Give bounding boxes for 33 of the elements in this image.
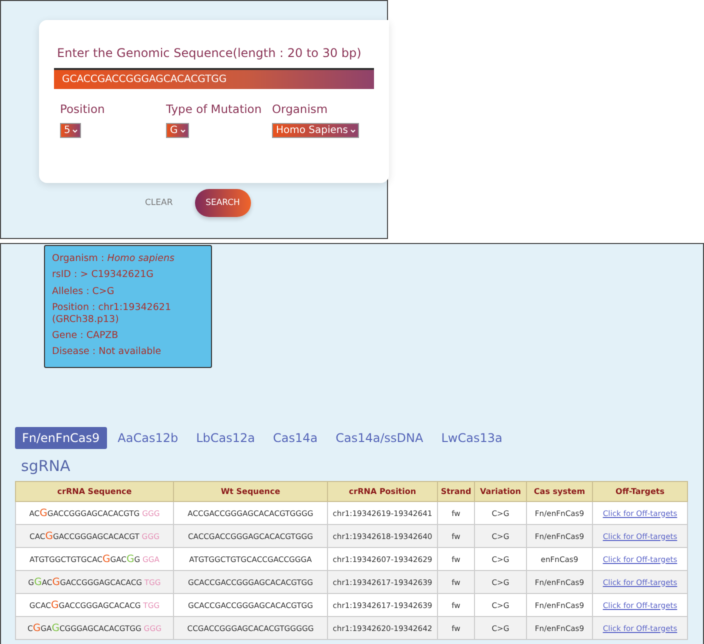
column-header: crRNA Position <box>328 482 438 502</box>
info-line: Disease : Not available <box>52 346 162 358</box>
tab[interactable]: Fn/enFnCas9 <box>15 427 107 449</box>
tab[interactable]: LwCas13a <box>434 427 510 449</box>
sequence-label: Enter the Genomic Sequence(length : 20 to 30 bp) <box>57 46 362 60</box>
dropdown[interactable]: 5 <box>60 123 82 138</box>
dropdown[interactable]: Homo Sapiens <box>272 123 359 138</box>
tab[interactable]: AaCas12b <box>110 427 186 449</box>
chevron-icon <box>180 128 186 132</box>
search-button[interactable]: SEARCH <box>194 189 251 217</box>
column-header: crRNA Sequence <box>16 482 174 502</box>
field-label: Position <box>60 102 106 116</box>
column-header: Strand <box>438 482 474 502</box>
column-header: Wt Sequence <box>174 482 328 502</box>
column-header: Off-Targets <box>592 482 688 502</box>
info-line: Position : chr1:19342621 (GRCh38.p13) <box>52 302 172 325</box>
tab[interactable]: Cas14a/ssDNA <box>328 427 430 449</box>
info-line: rsID : > C19342621G <box>52 269 155 281</box>
info-line: Organism : Homo sapiens <box>52 253 176 264</box>
tab[interactable]: Cas14a <box>266 427 325 449</box>
info-line: Gene : CAPZB <box>52 330 120 342</box>
section-title: sgRNA <box>21 457 70 475</box>
dropdown[interactable]: G <box>166 123 189 138</box>
sequence-field[interactable]: GCACCGACCGGGAGCACACGTGG <box>54 68 374 89</box>
clear-button[interactable]: CLEAR <box>141 198 177 208</box>
column-header: Cas system <box>526 482 592 502</box>
info-line: Alleles : C>G <box>52 286 116 298</box>
field-label: Type of Mutation <box>166 102 263 116</box>
field-label: Organism <box>272 102 329 116</box>
chevron-icon <box>72 128 78 132</box>
tab[interactable]: LbCas12a <box>189 427 262 449</box>
chevron-icon <box>350 128 356 132</box>
column-header: Variation <box>474 482 526 502</box>
